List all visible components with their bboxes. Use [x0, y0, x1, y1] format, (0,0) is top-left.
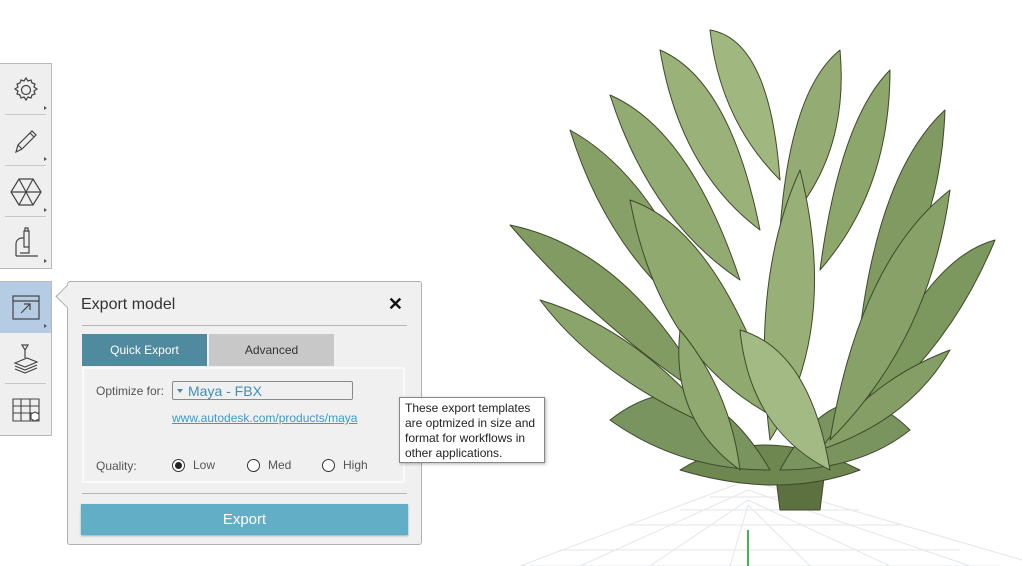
settings-tool[interactable] — [0, 64, 51, 115]
optimize-select[interactable]: Maya - FBX — [172, 381, 353, 400]
divider — [82, 493, 407, 494]
quick-export-panel: Optimize for: Maya - FBX www.autodesk.co… — [82, 367, 405, 483]
export-model-dialog: Export model ✕ Quick Export Advanced Opt… — [55, 281, 422, 545]
print-tool[interactable] — [0, 333, 51, 384]
quality-med-radio[interactable]: Med — [247, 458, 291, 472]
radio-label: Med — [268, 458, 292, 472]
ground-grid — [519, 479, 1022, 566]
optimize-label: Optimize for: — [96, 384, 165, 398]
quality-high-radio[interactable]: High — [322, 458, 368, 472]
analyze-tool[interactable] — [0, 217, 51, 268]
3d-viewport[interactable] — [480, 0, 1022, 566]
artichoke-model — [509, 29, 996, 511]
edit-tool[interactable] — [0, 115, 51, 166]
close-icon[interactable]: ✕ — [388, 294, 403, 315]
print-3d-icon — [12, 343, 39, 374]
dialog-title: Export model — [81, 296, 176, 313]
export-icon — [11, 294, 40, 320]
hexagon-icon — [9, 177, 42, 206]
optimize-value: Maya - FBX — [188, 382, 262, 399]
divider — [82, 325, 407, 326]
export-tool[interactable] — [0, 282, 51, 333]
radio-label: High — [343, 458, 368, 472]
grid-cube-icon — [11, 397, 40, 422]
tab-quick-export[interactable]: Quick Export — [82, 334, 207, 366]
dropdown-arrow-icon — [177, 388, 183, 393]
quality-label: Quality: — [96, 459, 137, 473]
product-link[interactable]: www.autodesk.com/products/maya — [172, 411, 357, 425]
pencil-icon — [14, 129, 37, 153]
microscope-icon — [14, 226, 38, 257]
quality-low-radio[interactable]: Low — [172, 458, 215, 472]
model-tool[interactable] — [0, 166, 51, 217]
tool-panel-bottom — [0, 281, 52, 436]
scene-tool[interactable] — [0, 384, 51, 435]
export-button[interactable]: Export — [81, 504, 408, 535]
radio-label: Low — [193, 458, 216, 472]
tab-advanced[interactable]: Advanced — [209, 334, 334, 366]
gear-icon — [13, 76, 38, 101]
tool-panel-top — [0, 63, 52, 269]
